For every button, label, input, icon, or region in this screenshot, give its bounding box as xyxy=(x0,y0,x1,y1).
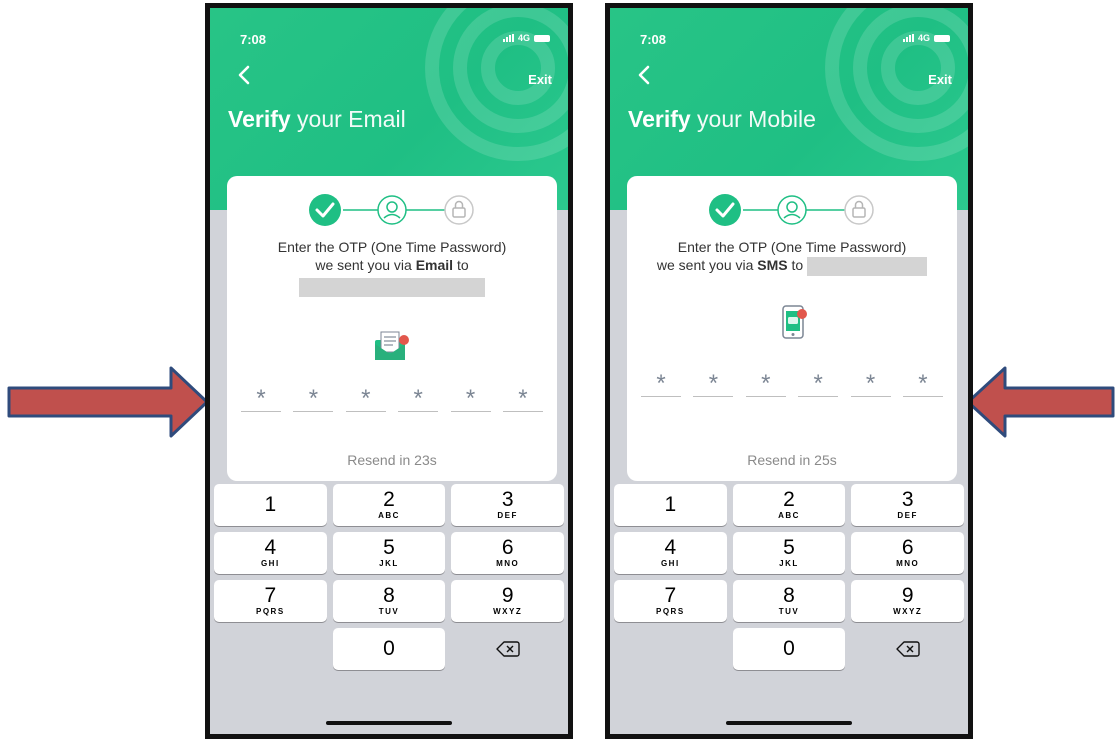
otp-digit-2[interactable]: * xyxy=(293,381,334,412)
network-type: 4G xyxy=(517,33,530,43)
resend-timer: Resend in 23s xyxy=(347,452,437,468)
otp-card: Enter the OTP (One Time Password) we sen… xyxy=(227,176,557,481)
delete-key[interactable] xyxy=(851,628,964,670)
numeric-keypad: 1 2 ABC 3 DEF 4 GHI 5 JKL 6 MNO 7 PQRS 8 TUV 9W… xyxy=(214,484,564,670)
step-lock-icon xyxy=(444,195,474,225)
title-bold: Verify xyxy=(628,106,691,132)
key-3[interactable]: 3 DEF xyxy=(851,484,964,526)
otp-digit-5[interactable]: * xyxy=(850,366,891,397)
key-7[interactable]: 7 PQRS xyxy=(614,580,727,622)
key-1[interactable]: 1 xyxy=(214,484,327,526)
instruction-line1: Enter the OTP (One Time Password) xyxy=(277,239,507,255)
key-8[interactable]: 8 TUV xyxy=(332,580,446,622)
email-envelope-icon xyxy=(375,331,409,360)
otp-digit-1[interactable]: * xyxy=(641,366,681,397)
key-2[interactable]: 2 ABC xyxy=(332,484,446,526)
key-1[interactable]: 1 xyxy=(614,484,727,526)
otp-instruction: Enter the OTP (One Time Password) we sen… xyxy=(627,238,957,276)
exit-button[interactable]: Exit xyxy=(528,72,552,87)
key-2[interactable]: 2 ABC xyxy=(732,484,846,526)
redacted-phone-number xyxy=(807,256,928,276)
status-time: 7:08 xyxy=(240,32,267,47)
step-complete-check-icon xyxy=(709,194,741,226)
home-indicator[interactable] xyxy=(326,721,452,725)
signal-icon xyxy=(902,34,914,42)
phone-mobile-verification: 7:08 4G Exit Verify your Mobile Enter th… xyxy=(605,3,973,739)
key-5[interactable]: 5 JKL xyxy=(332,532,446,574)
key-blank xyxy=(214,628,327,670)
step-complete-check-icon xyxy=(309,194,341,226)
title-bold: Verify xyxy=(228,106,291,132)
progress-stepper xyxy=(709,194,874,226)
key-5[interactable]: 5 JKL xyxy=(732,532,846,574)
otp-digit-4[interactable]: * xyxy=(398,381,439,412)
step-profile-icon xyxy=(777,195,807,225)
home-indicator[interactable] xyxy=(726,721,852,725)
fingerprint-decoration-icon xyxy=(825,8,968,161)
title-rest: your Email xyxy=(290,106,406,132)
otp-digit-3[interactable]: * xyxy=(345,381,386,412)
key-8[interactable]: 8 TUV xyxy=(732,580,846,622)
delete-key[interactable] xyxy=(451,628,564,670)
key-7[interactable]: 7 PQRS xyxy=(214,580,327,622)
resend-timer: Resend in 25s xyxy=(747,452,837,468)
key-6[interactable]: 6 MNO xyxy=(451,532,564,574)
sms-phone-icon xyxy=(782,305,807,339)
status-indicators: 4G xyxy=(902,33,950,43)
otp-digit-6[interactable]: * xyxy=(502,381,543,412)
phone-email-verification: 7:08 4G Exit Verify your Email Enter the… xyxy=(205,3,573,739)
instruction-line2: we sent you via Email to xyxy=(315,257,469,273)
backspace-icon xyxy=(495,641,520,657)
key-0[interactable]: 0 xyxy=(332,628,446,670)
progress-stepper xyxy=(309,194,474,226)
key-4[interactable]: 4 GHI xyxy=(214,532,327,574)
key-blank xyxy=(614,628,727,670)
instruction-line2: we sent you via SMS to xyxy=(627,256,957,276)
status-indicators: 4G xyxy=(502,33,550,43)
numeric-keypad: 1 2 ABC 3 DEF 4 GHI 5 JKL 6 MNO 7 PQRS 8 TUV 9W… xyxy=(614,484,964,670)
fingerprint-decoration-icon xyxy=(425,8,568,161)
title-rest: your Mobile xyxy=(690,106,816,132)
otp-digit-1[interactable]: * xyxy=(241,381,281,412)
back-chevron-icon[interactable] xyxy=(634,64,656,86)
key-9[interactable]: 9 WXYZ xyxy=(851,580,964,622)
redacted-email xyxy=(299,277,485,297)
otp-input-row: * * * * * * xyxy=(641,366,943,397)
key-9[interactable]: 9 WXYZ xyxy=(451,580,564,622)
step-profile-icon xyxy=(377,195,407,225)
key-6[interactable]: 6 MNO xyxy=(851,532,964,574)
battery-icon xyxy=(534,34,550,42)
battery-icon xyxy=(934,34,950,42)
signal-icon xyxy=(502,34,514,42)
key-3[interactable]: 3 DEF xyxy=(451,484,564,526)
back-chevron-icon[interactable] xyxy=(234,64,256,86)
backspace-icon xyxy=(895,641,920,657)
instruction-channel: Email xyxy=(415,257,454,273)
step-lock-icon xyxy=(844,195,874,225)
otp-digit-2[interactable]: * xyxy=(693,366,734,397)
key-0[interactable]: 0 xyxy=(732,628,846,670)
otp-digit-6[interactable]: * xyxy=(902,366,943,397)
exit-button[interactable]: Exit xyxy=(928,72,952,87)
otp-digit-3[interactable]: * xyxy=(745,366,786,397)
instruction-channel: SMS xyxy=(757,257,788,273)
otp-card: Enter the OTP (One Time Password) we sen… xyxy=(627,176,957,481)
otp-instruction: Enter the OTP (One Time Password) we sen… xyxy=(227,238,557,297)
instruction-line1: Enter the OTP (One Time Password) xyxy=(677,239,907,255)
page-title: Verify your Email xyxy=(228,106,406,133)
otp-digit-4[interactable]: * xyxy=(798,366,839,397)
left-pointing-arrow-icon xyxy=(966,366,1115,438)
otp-digit-5[interactable]: * xyxy=(450,381,491,412)
key-4[interactable]: 4 GHI xyxy=(614,532,727,574)
otp-input-row: * * * * * * xyxy=(241,381,543,412)
status-time: 7:08 xyxy=(640,32,667,47)
right-pointing-arrow-icon xyxy=(7,366,209,438)
page-title: Verify your Mobile xyxy=(628,106,816,133)
network-type: 4G xyxy=(917,33,930,43)
